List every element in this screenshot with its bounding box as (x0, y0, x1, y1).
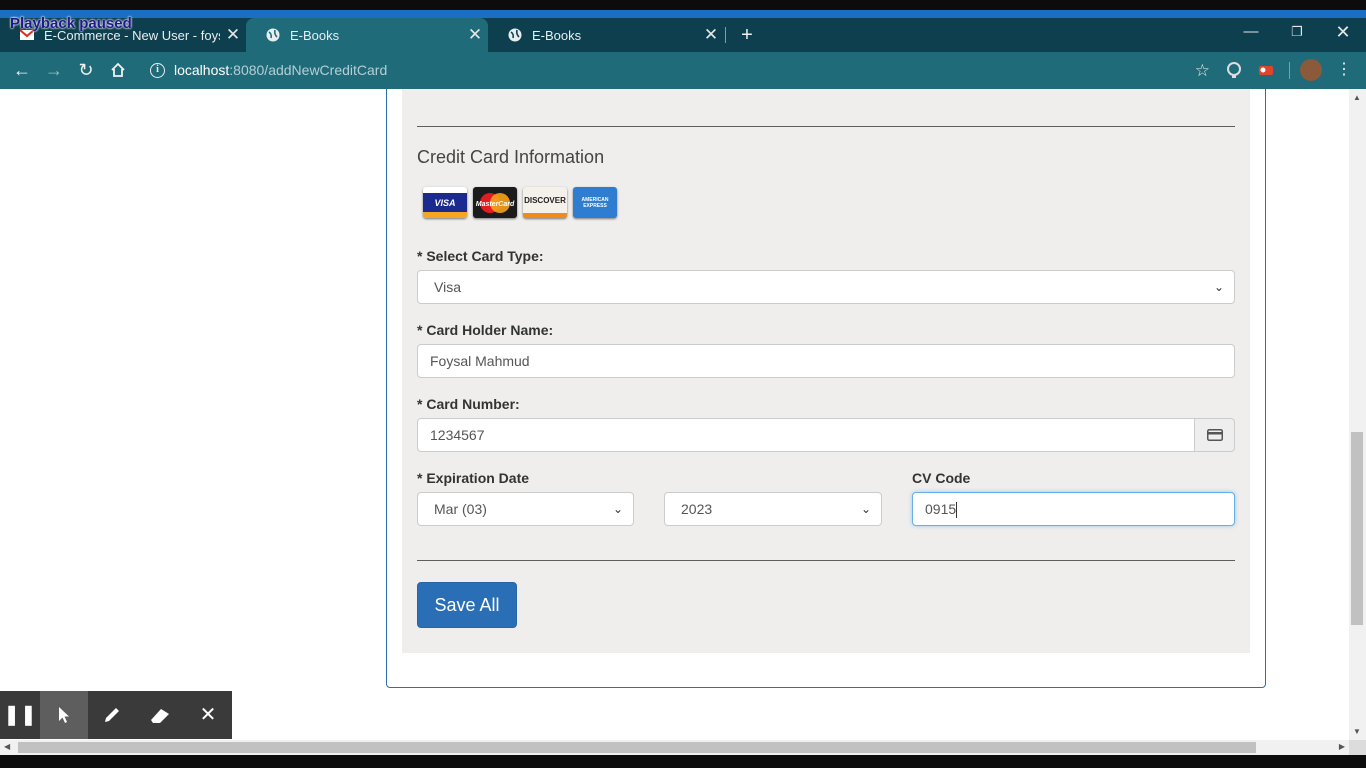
new-tab-button[interactable]: + (737, 18, 757, 52)
minimize-button[interactable]: — (1228, 18, 1274, 52)
browser-toolbar: ← → ↻ i localhost:8080/addNewCreditCard … (0, 52, 1366, 89)
tab-separator (725, 27, 726, 43)
info-icon[interactable]: i (150, 63, 165, 78)
card-type-label: * Select Card Type: (417, 248, 544, 264)
divider (417, 126, 1235, 127)
exp-year-value: 2023 (681, 501, 713, 517)
playback-status-label: Playback paused (10, 15, 132, 32)
card-number-addon (1194, 418, 1235, 452)
card-number-input[interactable]: 1234567 (417, 418, 1195, 452)
forward-button[interactable]: → (39, 52, 69, 89)
chevron-down-icon: ⌄ (1213, 280, 1224, 294)
extension-red-icon[interactable] (1256, 60, 1276, 80)
close-playback-button[interactable]: ✕ (184, 691, 232, 739)
profile-avatar[interactable] (1300, 59, 1322, 81)
tab-title: E-Books (532, 27, 582, 43)
chevron-down-icon: ⌄ (860, 502, 871, 516)
vertical-scrollbar[interactable]: ▲ ▼ (1349, 89, 1366, 740)
extension-shield-icon[interactable] (1224, 60, 1244, 80)
mastercard-icon: MasterCard (473, 187, 517, 218)
browser-tab-ebooks[interactable]: E-Books ✕ (488, 18, 724, 52)
screen: E-Commerce - New User - foysal ✕ E-Books… (0, 0, 1366, 768)
playback-toolbar: ❚❚ ✕ (0, 691, 232, 739)
exp-month-value: Mar (03) (434, 501, 487, 517)
discover-card-icon: DISCOVER (523, 187, 567, 218)
visa-card-icon: VISA (423, 187, 467, 218)
bookmark-star-icon[interactable]: ☆ (1195, 56, 1210, 85)
eraser-tool-button[interactable] (136, 691, 184, 739)
pencil-icon (105, 708, 119, 722)
card-holder-value: Foysal Mahmud (430, 353, 530, 369)
cursor-arrow-icon (59, 707, 69, 723)
card-number-value: 1234567 (430, 427, 485, 443)
address-bar[interactable]: i localhost:8080/addNewCreditCard ☆ (140, 56, 1220, 85)
scroll-right-icon[interactable]: ▶ (1339, 742, 1345, 751)
scroll-down-icon[interactable]: ▼ (1353, 727, 1361, 736)
scroll-left-icon[interactable]: ◀ (4, 742, 10, 751)
horizontal-scrollbar[interactable]: ◀ ▶ (0, 740, 1349, 755)
credit-card-icon (1207, 429, 1223, 441)
browser-tab-bar: E-Commerce - New User - foysal ✕ E-Books… (0, 18, 1366, 52)
close-window-button[interactable]: ✕ (1320, 18, 1366, 52)
card-number-label: * Card Number: (417, 396, 520, 412)
scroll-up-icon[interactable]: ▲ (1353, 93, 1361, 102)
close-tab-icon[interactable]: ✕ (698, 18, 724, 52)
exp-year-select[interactable]: 2023 ⌄ (664, 492, 882, 526)
screen-bottom-border (0, 755, 1366, 768)
cv-code-input[interactable]: 0915 (912, 492, 1235, 526)
page-viewport: Credit Card Information VISA MasterCard … (0, 89, 1349, 740)
url-path: :8080/addNewCreditCard (229, 62, 388, 78)
svg-text:MasterCard: MasterCard (476, 201, 515, 208)
globe-icon (266, 28, 280, 42)
toolbar-separator (1289, 62, 1290, 79)
pause-button[interactable]: ❚❚ (0, 691, 40, 739)
horizontal-scroll-thumb[interactable] (18, 742, 1256, 753)
back-button[interactable]: ← (7, 52, 37, 89)
vertical-scroll-thumb[interactable] (1351, 432, 1363, 625)
cv-code-label: CV Code (912, 470, 971, 486)
card-type-select[interactable]: Visa ⌄ (417, 270, 1235, 304)
divider (417, 560, 1235, 561)
card-holder-label: * Card Holder Name: (417, 322, 554, 338)
card-type-value: Visa (434, 279, 461, 295)
account-card: Credit Card Information VISA MasterCard … (386, 89, 1266, 688)
screen-top-border (0, 0, 1366, 10)
home-icon (111, 62, 125, 77)
credit-card-panel: Credit Card Information VISA MasterCard … (402, 89, 1250, 653)
expiration-label: * Expiration Date (417, 470, 530, 486)
save-all-button[interactable]: Save All (417, 582, 517, 628)
amex-card-icon: AMERICAN EXPRESS (573, 187, 617, 218)
url-host: localhost (174, 62, 230, 78)
close-tab-icon[interactable]: ✕ (462, 18, 488, 52)
cv-code-value: 0915 (925, 501, 957, 517)
browser-tab-ebooks-active[interactable]: E-Books ✕ (246, 18, 488, 52)
close-tab-icon[interactable]: ✕ (220, 18, 246, 52)
pen-tool-button[interactable] (88, 691, 136, 739)
tab-title: E-Books (290, 27, 340, 43)
home-button[interactable] (103, 52, 133, 89)
exp-month-select[interactable]: Mar (03) ⌄ (417, 492, 634, 526)
pointer-tool-button[interactable] (40, 691, 88, 739)
globe-icon (508, 28, 522, 42)
browser-menu-icon[interactable]: ⋮ (1329, 52, 1359, 89)
section-title: Credit Card Information (417, 147, 605, 167)
window-accent-bar (0, 10, 1366, 18)
scrollbar-corner (1349, 740, 1366, 755)
restore-button[interactable]: ❐ (1274, 18, 1320, 52)
eraser-icon (151, 709, 169, 723)
reload-button[interactable]: ↻ (71, 52, 101, 89)
card-holder-input[interactable]: Foysal Mahmud (417, 344, 1235, 378)
text-cursor (956, 502, 958, 519)
chevron-down-icon: ⌄ (612, 502, 623, 516)
